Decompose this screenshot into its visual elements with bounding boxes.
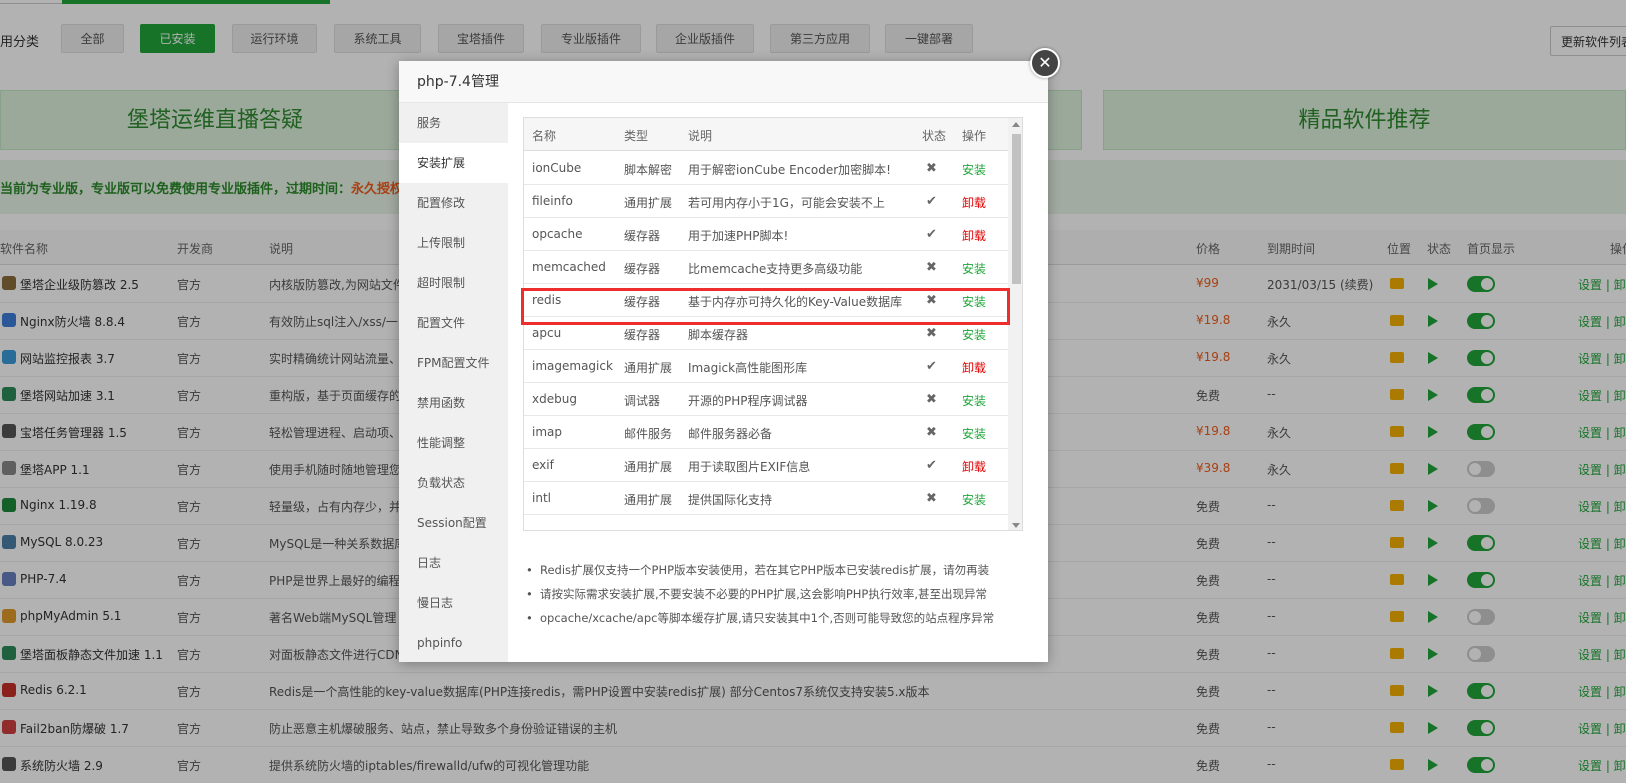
extension-description: 开源的PHP程序调试器 bbox=[688, 394, 808, 408]
menu-load-status[interactable]: 负载状态 bbox=[399, 463, 508, 503]
ext-col-desc: 说明 bbox=[688, 129, 713, 143]
note-item: Redis扩展仅支持一个PHP版本安装使用，若在其它PHP版本已安装redis扩… bbox=[526, 558, 1036, 582]
scrollbar-thumb[interactable] bbox=[1012, 134, 1021, 284]
install-link[interactable]: 安装 bbox=[962, 392, 986, 409]
menu-config-edit[interactable]: 配置修改 bbox=[399, 183, 508, 223]
extension-name: intl bbox=[532, 491, 551, 505]
install-link[interactable]: 安装 bbox=[962, 425, 986, 442]
note-item: 请按实际需求安装扩展,不要安装不必要的PHP扩展,这会影响PHP执行效率,甚至出… bbox=[526, 582, 1036, 606]
extension-description: 用于读取图片EXIF信息 bbox=[688, 460, 811, 474]
extension-scrollbar[interactable] bbox=[1008, 118, 1022, 530]
scroll-down-arrow-icon[interactable] bbox=[1012, 523, 1020, 528]
scroll-up-arrow-icon[interactable] bbox=[1012, 122, 1020, 127]
extension-description: Imagick高性能图形库 bbox=[688, 361, 808, 375]
menu-service[interactable]: 服务 bbox=[399, 103, 508, 143]
cross-icon: ✖ bbox=[926, 392, 937, 407]
cross-icon: ✖ bbox=[926, 425, 937, 440]
ext-col-status: 状态 bbox=[922, 129, 947, 143]
check-icon: ✔ bbox=[926, 458, 937, 473]
extension-type: 缓存器 bbox=[624, 328, 661, 342]
dialog-sidebar: 服务 安装扩展 配置修改 上传限制 超时限制 配置文件 FPM配置文件 禁用函数… bbox=[399, 103, 508, 662]
extension-description: 脚本缓存器 bbox=[688, 328, 749, 342]
menu-slow-log[interactable]: 慢日志 bbox=[399, 583, 508, 623]
extension-row-ionCube: ionCube 脚本解密 用于解密ionCube Encoder加密脚本! ✖ 安装 bbox=[524, 151, 1008, 185]
extension-row-imagemagick: imagemagick 通用扩展 Imagick高性能图形库 ✔ 卸载 bbox=[524, 349, 1008, 383]
extension-name: opcache bbox=[532, 227, 583, 241]
install-link[interactable]: 安装 bbox=[962, 326, 986, 343]
extension-name: xdebug bbox=[532, 392, 577, 406]
dialog-title: php-7.4管理 bbox=[399, 61, 1048, 103]
php-manage-dialog: php-7.4管理 服务 安装扩展 配置修改 上传限制 超时限制 配置文件 FP… bbox=[399, 61, 1048, 662]
cross-icon: ✖ bbox=[926, 491, 937, 506]
extension-row-imap: imap 邮件服务 邮件服务器必备 ✖ 安装 bbox=[524, 415, 1008, 449]
install-link[interactable]: 安装 bbox=[962, 161, 986, 178]
extension-description: 邮件服务器必备 bbox=[688, 427, 773, 441]
extension-type: 脚本解密 bbox=[624, 163, 673, 177]
extension-row-opcache: opcache 缓存器 用于加速PHP脚本! ✔ 卸载 bbox=[524, 217, 1008, 251]
check-icon: ✔ bbox=[926, 194, 937, 209]
extension-row-exif: exif 通用扩展 用于读取图片EXIF信息 ✔ 卸载 bbox=[524, 448, 1008, 482]
extension-notes: Redis扩展仅支持一个PHP版本安装使用，若在其它PHP版本已安装redis扩… bbox=[526, 558, 1036, 630]
uninstall-link[interactable]: 卸载 bbox=[962, 458, 986, 475]
check-icon: ✔ bbox=[926, 359, 937, 374]
extension-row-memcached: memcached 缓存器 比memcache支持更多高级功能 ✖ 安装 bbox=[524, 250, 1008, 284]
extension-table-header: 名称 类型 说明 状态 操作 bbox=[524, 118, 1008, 151]
extension-name: ionCube bbox=[532, 161, 582, 175]
ext-col-name: 名称 bbox=[532, 129, 557, 143]
menu-install-extensions[interactable]: 安装扩展 bbox=[399, 143, 508, 183]
redis-row-highlight bbox=[521, 288, 1010, 325]
cross-icon: ✖ bbox=[926, 326, 937, 341]
menu-disabled-functions[interactable]: 禁用函数 bbox=[399, 383, 508, 423]
extension-type: 通用扩展 bbox=[624, 361, 673, 375]
menu-timeout-limit[interactable]: 超时限制 bbox=[399, 263, 508, 303]
extension-description: 用于加速PHP脚本! bbox=[688, 229, 789, 243]
extension-type: 缓存器 bbox=[624, 262, 661, 276]
dialog-body: 名称 类型 说明 状态 操作 ionCube 脚本解密 用于解密ionCube En… bbox=[508, 103, 1048, 662]
cross-icon: ✖ bbox=[926, 161, 937, 176]
extension-type: 缓存器 bbox=[624, 229, 661, 243]
cross-icon: ✖ bbox=[926, 260, 937, 275]
extension-row-fileinfo: fileinfo 通用扩展 若可用内存小于1G，可能会安装不上 ✔ 卸载 bbox=[524, 184, 1008, 218]
extension-name: fileinfo bbox=[532, 194, 573, 208]
note-item: opcache/xcache/apc等脚本缓存扩展,请只安装其中1个,否则可能导… bbox=[526, 606, 1036, 630]
extension-name: memcached bbox=[532, 260, 606, 274]
extension-name: apcu bbox=[532, 326, 562, 340]
menu-session-config[interactable]: Session配置 bbox=[399, 503, 508, 543]
extension-row-intl: intl 通用扩展 提供国际化支持 ✖ 安装 bbox=[524, 481, 1008, 515]
menu-phpinfo[interactable]: phpinfo bbox=[399, 623, 508, 663]
uninstall-link[interactable]: 卸载 bbox=[962, 227, 986, 244]
close-icon[interactable]: ✕ bbox=[1030, 48, 1060, 78]
extension-name: imagemagick bbox=[532, 359, 613, 373]
extension-description: 用于解密ionCube Encoder加密脚本! bbox=[688, 163, 891, 177]
ext-col-type: 类型 bbox=[624, 129, 649, 143]
extension-description: 提供国际化支持 bbox=[688, 493, 773, 507]
extension-description: 比memcache支持更多高级功能 bbox=[688, 262, 863, 276]
menu-config-file[interactable]: 配置文件 bbox=[399, 303, 508, 343]
extension-type: 通用扩展 bbox=[624, 493, 673, 507]
ext-col-action: 操作 bbox=[962, 129, 987, 143]
extension-description: 若可用内存小于1G，可能会安装不上 bbox=[688, 196, 885, 210]
menu-log[interactable]: 日志 bbox=[399, 543, 508, 583]
extension-type: 通用扩展 bbox=[624, 196, 673, 210]
check-icon: ✔ bbox=[926, 227, 937, 242]
install-link[interactable]: 安装 bbox=[962, 260, 986, 277]
extension-name: imap bbox=[532, 425, 562, 439]
install-link[interactable]: 安装 bbox=[962, 491, 986, 508]
menu-performance[interactable]: 性能调整 bbox=[399, 423, 508, 463]
menu-upload-limit[interactable]: 上传限制 bbox=[399, 223, 508, 263]
extension-type: 调试器 bbox=[624, 394, 661, 408]
menu-fpm-config-file[interactable]: FPM配置文件 bbox=[399, 343, 508, 383]
extension-name: exif bbox=[532, 458, 554, 472]
extension-type: 邮件服务 bbox=[624, 427, 673, 441]
uninstall-link[interactable]: 卸载 bbox=[962, 359, 986, 376]
extension-row-xdebug: xdebug 调试器 开源的PHP程序调试器 ✖ 安装 bbox=[524, 382, 1008, 416]
extension-type: 通用扩展 bbox=[624, 460, 673, 474]
uninstall-link[interactable]: 卸载 bbox=[962, 194, 986, 211]
